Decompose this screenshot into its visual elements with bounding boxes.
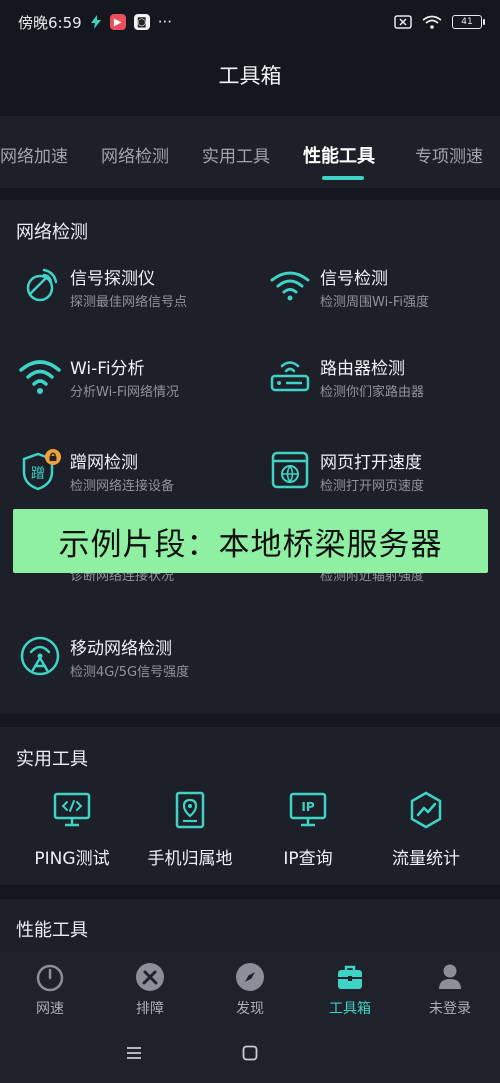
nav-label: 未登录 [429,1001,471,1017]
tool-traffic-stats[interactable]: 流量统计 [371,790,481,869]
tab-active-indicator [322,176,364,180]
browser-globe-icon [271,451,309,489]
section-title-performance: 性能工具 [16,920,88,941]
tool-title: 移动网络检测 [70,639,172,659]
tool-webpage-speed[interactable]: 网页打开速度 检测打开网页速度 [268,448,498,508]
wifi-icon [19,360,61,394]
tool-subtitle: 检测4G/5G信号强度 [70,665,190,680]
battery-level: 41 [461,17,473,27]
section-title-network: 网络检测 [16,222,88,243]
location-book-icon [175,791,205,829]
status-bar: 傍晚6:59 ▶ ◙ ··· 41 [0,0,500,44]
nav-toolbox[interactable]: 工具箱 [310,962,390,1018]
tool-subtitle: 检测周围Wi-Fi强度 [320,295,430,310]
ip-icon-text: IP [301,800,314,814]
battery-icon: 41 [452,15,485,29]
status-time: 傍晚6:59 [18,13,82,32]
traffic-chart-icon [410,791,442,829]
menu-icon[interactable] [126,1046,142,1060]
tool-subtitle: 检测打开网页速度 [320,479,425,494]
tool-signal-detection[interactable]: 信号检测 检测周围Wi-Fi强度 [268,264,498,324]
app-notification-icon: ▶ [109,14,126,30]
nav-label: 排障 [136,1001,164,1017]
tool-subtitle: 探测最佳网络信号点 [70,295,188,310]
performance-tools-card: 性能工具 [0,899,500,952]
tool-label: 流量统计 [392,849,460,869]
tab-bar: 网络加速 网络检测 实用工具 性能工具 专项测速 [0,116,500,188]
more-notifications-icon: ··· [157,13,172,31]
page-title: 工具箱 [218,64,282,88]
nav-speed[interactable]: 网速 [10,962,90,1018]
tool-title: 信号探测仪 [70,269,155,289]
home-icon[interactable] [242,1045,258,1061]
tool-router-check[interactable]: 路由器检测 检测你们家路由器 [268,354,498,414]
tool-subtitle: 检测网络连接设备 [70,479,175,494]
tool-label: IP查询 [283,849,333,869]
toolbox-icon [338,965,362,989]
tool-subtitle: 分析Wi-Fi网络情况 [70,385,180,400]
nav-discover[interactable]: 发现 [210,962,290,1018]
app-notification-icon-2: ◙ [133,14,150,30]
nav-label: 发现 [236,1001,264,1017]
bottom-navigation: 网速 排障 发现 工具箱 未登录 [0,952,500,1024]
user-icon [439,964,461,989]
tool-subtitle: 检测你们家路由器 [320,385,425,400]
tool-signal-probe[interactable]: 信号探测仪 探测最佳网络信号点 [18,264,248,324]
ip-monitor-icon: IP [289,792,327,827]
compass-icon [236,963,264,991]
tab-utilities[interactable]: 实用工具 [202,142,270,167]
tool-title: Wi-Fi分析 [70,359,145,379]
network-detection-card: 网络检测 信号探测仪 探测最佳网络信号点 信号检测 检测周围Wi-Fi强度 Wi… [0,200,500,714]
router-icon [270,361,310,392]
tool-label: PING测试 [34,849,110,869]
tab-network-detection[interactable]: 网络检测 [101,142,169,167]
nav-label: 网速 [36,1001,64,1017]
wifi-signal-icon [270,271,310,301]
tool-title: 蹭网检测 [70,453,138,473]
shield-badge-text: 蹭 [31,466,45,482]
tool-wifi-analysis[interactable]: Wi-Fi分析 分析Wi-Fi网络情况 [18,354,248,414]
tab-network-acceleration[interactable]: 网络加速 [0,142,68,167]
tool-freeloader-detection[interactable]: 蹭 蹭网检测 检测网络连接设备 [18,448,248,508]
tab-special-speedtest[interactable]: 专项测速 [415,142,483,167]
nav-profile[interactable]: 未登录 [410,962,490,1018]
tool-title: 网页打开速度 [320,453,422,473]
overlay-banner: 示例片段：本地桥梁服务器 [13,509,488,573]
code-monitor-icon [53,792,91,827]
bolt-icon [90,15,101,29]
section-title-utilities: 实用工具 [16,749,88,770]
nav-label: 工具箱 [329,1001,371,1017]
tool-title: 路由器检测 [320,359,405,379]
tab-performance-tools[interactable]: 性能工具 [303,142,375,168]
nav-troubleshoot[interactable]: 排障 [110,962,190,1018]
tool-label: 手机归属地 [147,849,233,869]
tool-mobile-network[interactable]: 移动网络检测 检测4G/5G信号强度 [18,634,248,694]
wifi-status-icon [422,15,442,29]
tools-icon [136,963,164,991]
cell-tower-icon [20,636,60,676]
tool-phone-location[interactable]: 手机归属地 [135,790,245,869]
shield-lock-icon: 蹭 [22,449,61,491]
tool-ip-lookup[interactable]: IP IP查询 [253,790,363,869]
system-navigation-bar [0,1024,500,1083]
tool-title: 信号检测 [320,269,388,289]
satellite-dish-icon [26,268,58,302]
tool-ping-test[interactable]: PING测试 [17,790,127,869]
speedometer-icon [36,964,64,992]
no-sim-icon [394,15,412,29]
